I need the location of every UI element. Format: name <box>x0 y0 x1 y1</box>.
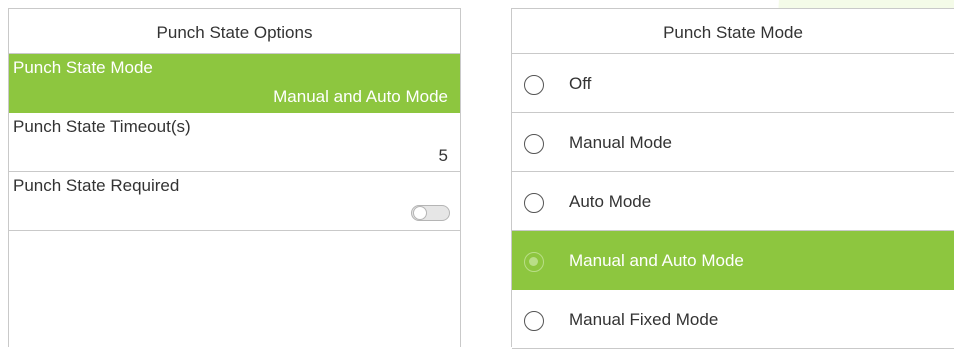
radio-unchecked-icon <box>524 134 544 154</box>
toggle-knob <box>413 206 427 220</box>
item-label: Punch State Required <box>13 176 180 195</box>
punch-state-options-screen: Punch State Options Punch State Mode Man… <box>8 8 461 347</box>
punch-state-required-toggle[interactable] <box>411 205 450 221</box>
radio-checked-icon <box>524 252 544 272</box>
item-value: Manual and Auto Mode <box>273 87 448 106</box>
radio-option-manual-fixed-mode[interactable]: Manual Fixed Mode <box>512 290 954 349</box>
screen-title: Punch State Options <box>9 9 460 54</box>
radio-dot-icon <box>529 257 538 266</box>
radio-label: Manual Mode <box>569 133 673 152</box>
radio-label: Manual and Auto Mode <box>569 251 744 270</box>
item-label: Punch State Mode <box>13 58 153 77</box>
punch-state-mode-screen: Punch State Mode Off Manual Mode Auto Mo… <box>511 8 954 349</box>
radio-option-manual-mode[interactable]: Manual Mode <box>512 113 954 172</box>
radio-unchecked-icon <box>524 311 544 331</box>
radio-unchecked-icon <box>524 193 544 213</box>
radio-label: Auto Mode <box>569 192 652 211</box>
item-label: Punch State Timeout(s) <box>13 117 191 136</box>
punch-state-mode-item[interactable]: Punch State Mode Manual and Auto Mode <box>9 54 460 113</box>
radio-option-manual-and-auto-mode[interactable]: Manual and Auto Mode <box>512 231 954 290</box>
radio-label: Off <box>569 74 592 93</box>
screen-title: Punch State Mode <box>512 9 954 54</box>
radio-label: Manual Fixed Mode <box>569 310 719 329</box>
punch-state-timeout-item[interactable]: Punch State Timeout(s) 5 <box>9 113 460 172</box>
radio-option-off[interactable]: Off <box>512 54 954 113</box>
item-value: 5 <box>438 146 448 165</box>
radio-unchecked-icon <box>524 75 544 95</box>
punch-state-required-item[interactable]: Punch State Required <box>9 172 460 231</box>
radio-option-auto-mode[interactable]: Auto Mode <box>512 172 954 231</box>
